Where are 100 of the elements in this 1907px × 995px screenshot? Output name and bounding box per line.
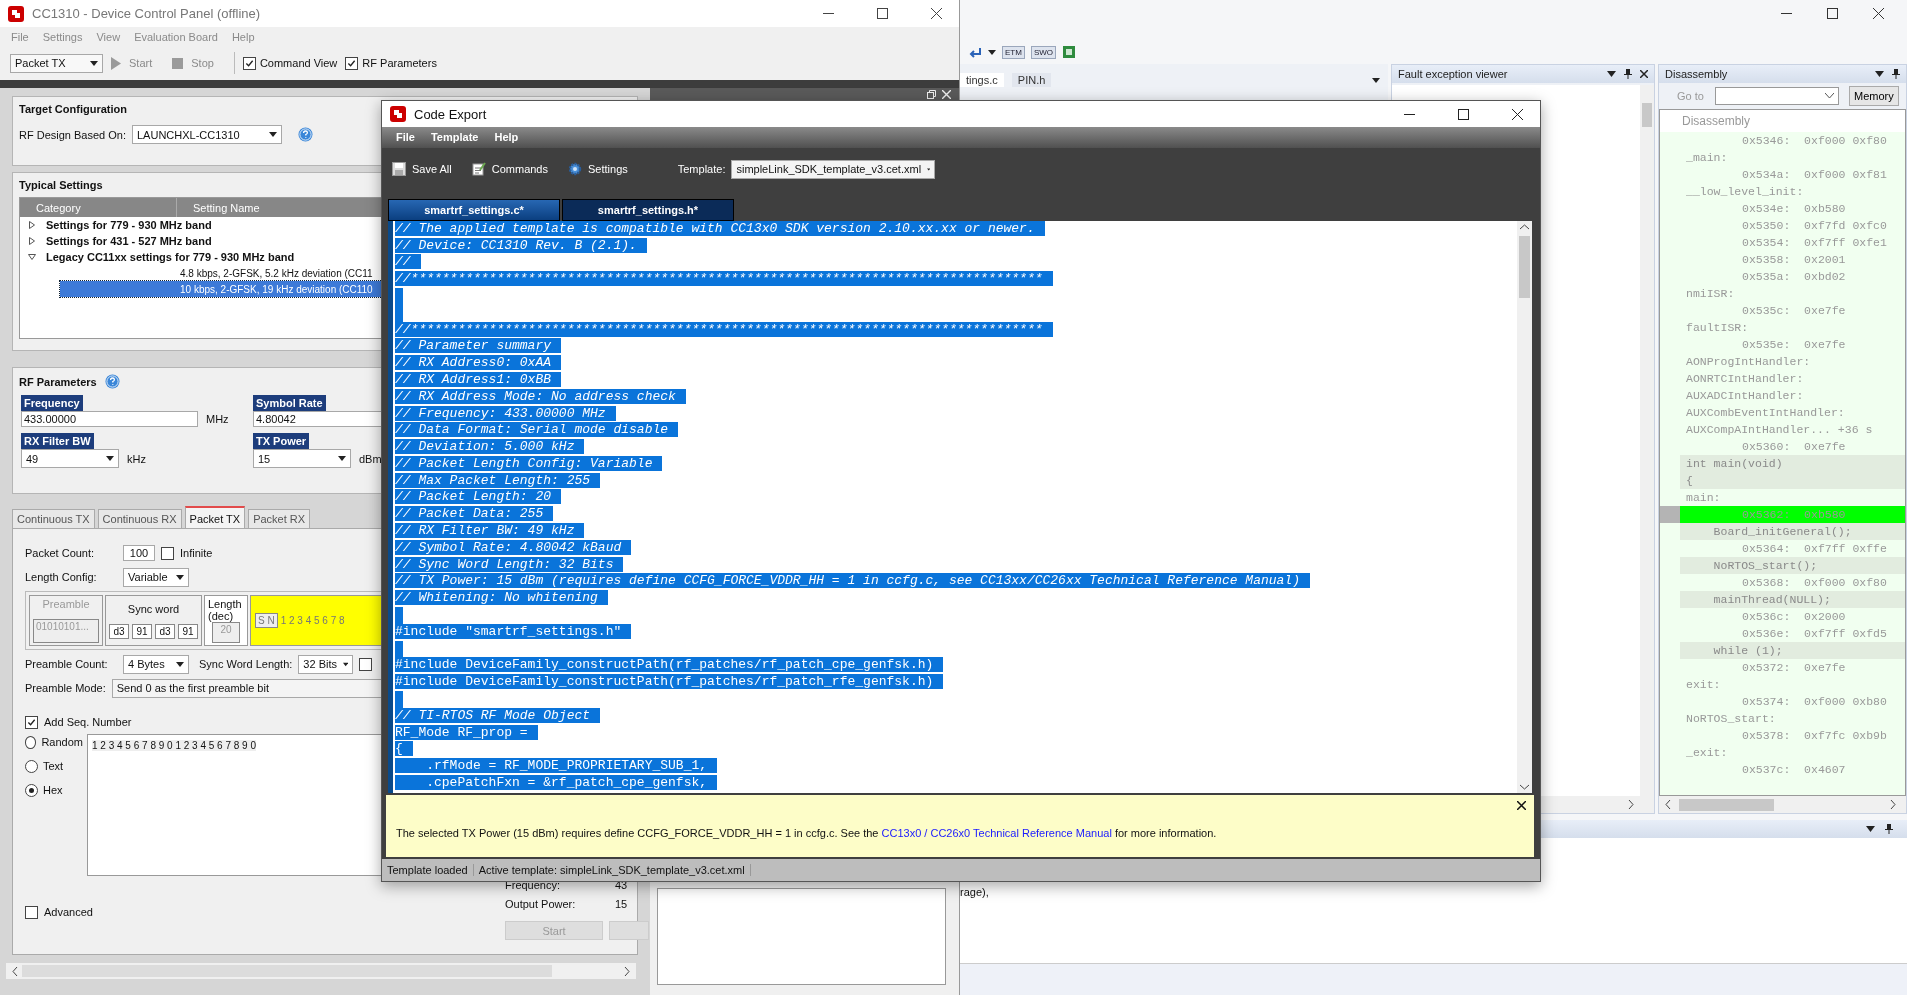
tree-item[interactable]: Legacy CC11xx settings for 779 - 930 MHz band [44,251,297,263]
tree-item[interactable]: Settings for 431 - 527 MHz band [44,235,214,247]
radio-button[interactable] [25,783,38,797]
checkmark-icon [27,717,36,727]
restore-icon[interactable] [927,89,936,99]
scroll-thumb[interactable] [1519,235,1530,298]
arrow-icon[interactable] [968,46,982,58]
scroll-right-icon[interactable] [1628,799,1634,809]
menu-item[interactable]: Template [422,131,487,144]
radio-button[interactable] [25,735,37,749]
checkbox[interactable] [25,905,38,919]
manual-link[interactable]: CC13x0 / CC26x0 Technical Reference Manual [881,827,1112,840]
mode-select[interactable]: Packet TX [10,53,103,73]
disassembly-line: 0x5364: 0xf7ff 0xffe [1741,541,1888,557]
scroll-right-icon[interactable] [1890,800,1896,809]
parameter-select[interactable]: 49 [21,449,119,468]
dropdown-icon[interactable] [1866,826,1875,832]
expand-icon[interactable] [28,237,36,245]
scroll-right-icon[interactable] [624,966,630,976]
chip-icon[interactable] [1062,45,1076,59]
disassembly-line: AUXCombEventIntHandler: [1685,405,1846,421]
sync-word-length-select[interactable]: 32 Bits [298,654,354,674]
tab[interactable]: Continuous TX [12,509,95,528]
parameter-select[interactable]: 15 [253,449,351,468]
sync-byte-field[interactable]: d3 [109,623,129,639]
sync-word-label: Sync word [127,602,180,615]
sync-byte-field[interactable]: 91 [132,623,152,639]
code-editor[interactable] [388,220,1532,794]
checkbox-label: Advanced [44,906,93,918]
help-icon[interactable] [298,127,313,142]
file-tab[interactable]: smartrf_settings.h* [562,198,734,221]
tab[interactable]: Packet RX [248,509,311,528]
disassembly-line: 0x5354: 0xf7ff 0xfe1 [1741,235,1888,251]
tree-item[interactable]: Settings for 779 - 930 MHz band [44,219,214,231]
pin-icon[interactable] [1624,69,1632,79]
tab[interactable]: Packet TX [184,506,246,528]
toolbar-button[interactable]: ETM [1002,45,1025,59]
scrollbar[interactable] [6,963,636,979]
memory-button[interactable]: Memory [1849,86,1899,106]
dropdown-icon[interactable] [1875,71,1884,77]
summary-label: Frequency: [505,878,562,891]
checkbox[interactable] [242,56,256,70]
scroll-thumb[interactable] [1642,103,1652,127]
length-config-select[interactable]: Variable [123,567,189,587]
checkbox[interactable] [161,546,174,560]
scroll-left-icon[interactable] [12,966,18,976]
parameter-field[interactable]: 433.00000 [21,411,198,427]
window-title: Code Export [414,106,487,122]
checkbox[interactable] [359,657,373,671]
checkbox-label: Infinite [180,547,213,559]
editor-tab[interactable]: PIN.h [1011,73,1052,87]
menu-item[interactable]: File [388,131,423,144]
disassembly-line: 0x535e: 0xe7fe [1741,337,1847,353]
scroll-up-icon[interactable] [1520,223,1529,230]
scroll-thumb[interactable] [1679,798,1774,811]
toolbar-button[interactable]: Settings [588,163,628,176]
field-label: Preamble Mode: [25,682,106,694]
checkbox[interactable] [345,56,359,70]
save-icon[interactable] [392,162,406,177]
settings-icon[interactable] [568,162,582,177]
notepad-icon[interactable] [471,162,486,177]
tab[interactable]: Continuous RX [97,509,182,528]
panel-title: Typical Settings [19,179,103,191]
caret-icon [343,661,349,667]
status-text: Active template: simpleLink_SDK_template_v3.cet.xml [473,864,751,877]
preamble-count-select[interactable]: 4 Bytes [123,654,189,674]
help-icon[interactable] [104,374,120,389]
expand-icon[interactable] [28,221,36,229]
toolbar-button[interactable]: Save All [412,163,452,176]
output-text: rage), [960,886,989,898]
caret-icon [176,574,184,580]
file-tab[interactable]: smartrf_settings.c* [388,198,560,221]
summary-label: Output Power: [505,897,577,910]
scrollbar[interactable] [1640,85,1654,796]
disassembly-line: 0x537c: 0x4607 [1741,762,1847,778]
disassembly-line: 0x534e: 0xb580 [1741,201,1847,217]
scrollbar[interactable] [1517,220,1532,794]
dropdown-icon[interactable] [1607,71,1616,77]
board-select[interactable]: LAUNCHXL-CC1310 [132,125,282,144]
field-label: Packet Count: [25,547,96,559]
sync-byte-field[interactable]: 91 [178,623,198,639]
packet-count-field[interactable]: 100 [123,545,155,561]
checkbox[interactable] [25,715,38,729]
close-icon[interactable] [1640,70,1648,78]
editor-tab[interactable]: tings.c [960,73,1004,87]
pin-icon[interactable] [1885,824,1893,834]
toolbar-button[interactable]: Commands [491,163,548,176]
pin-icon[interactable] [1892,69,1900,79]
radio-button[interactable] [25,759,38,773]
close-icon[interactable] [1517,801,1526,811]
menu-item[interactable]: Help [486,131,527,144]
template-select[interactable]: simpleLink_SDK_template_v3.cet.xml [731,159,936,179]
toolbar-button[interactable]: SWO [1030,45,1056,59]
scrollbar[interactable] [1659,796,1906,813]
goto-field[interactable] [1715,87,1839,105]
scroll-down-icon[interactable] [1520,784,1529,791]
column-header[interactable]: Category [20,198,176,217]
scroll-left-icon[interactable] [1665,800,1671,809]
collapse-icon[interactable] [28,253,36,261]
sync-byte-field[interactable]: d3 [155,623,175,639]
